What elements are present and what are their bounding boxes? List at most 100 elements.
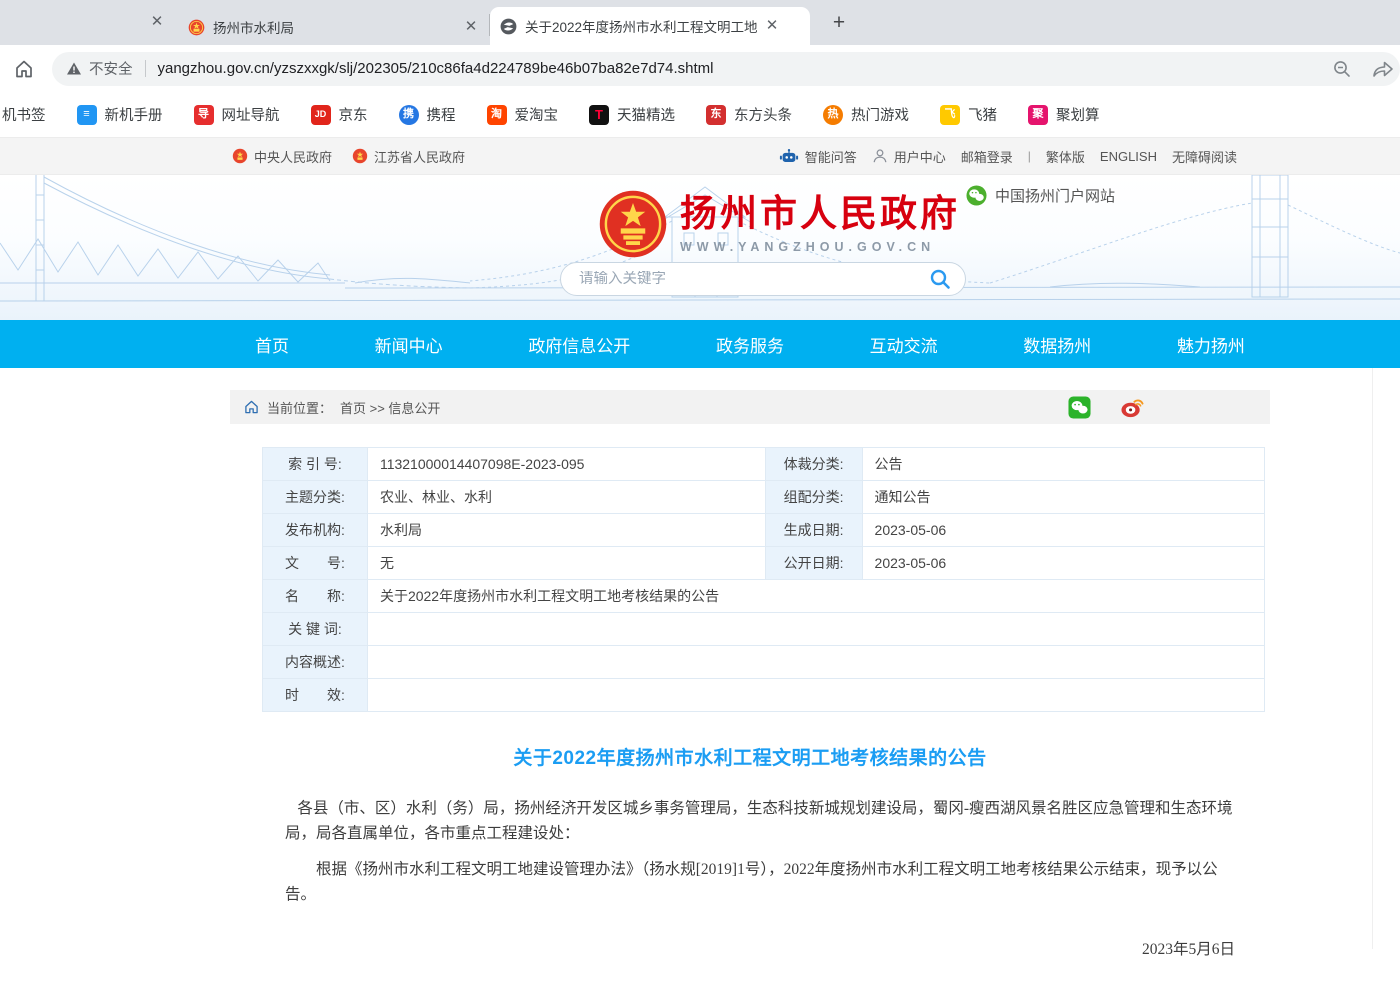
smart-qa-link[interactable]: 智能问答 — [779, 147, 857, 166]
table-row: 文 号: 无 公开日期: 2023-05-06 — [263, 547, 1265, 580]
zoom-out-icon[interactable] — [1332, 59, 1352, 79]
security-chip[interactable]: 不安全 — [66, 58, 133, 79]
share-icon[interactable] — [1372, 59, 1394, 79]
search-input[interactable] — [579, 271, 928, 287]
tab-close-icon[interactable]: ✕ — [462, 18, 480, 36]
meta-label: 发布机构: — [263, 514, 368, 547]
breadcrumb-path[interactable]: 首页 >> 信息公开 — [340, 398, 440, 417]
meta-value — [367, 679, 1264, 712]
weibo-share-icon[interactable] — [1120, 396, 1144, 419]
meta-value: 公告 — [862, 448, 1264, 481]
meta-value: 无 — [367, 547, 765, 580]
url-text[interactable]: yangzhou.gov.cn/yzszxxgk/slj/202305/210c… — [158, 60, 1323, 77]
bookmark-item[interactable]: 机书签 — [2, 104, 46, 125]
nav-item-home[interactable]: 首页 — [255, 332, 289, 357]
nav-item-interaction[interactable]: 互动交流 — [870, 332, 938, 357]
page-content: 当前位置： 首页 >> 信息公开 索 引 号: 1132100001440709… — [0, 368, 1400, 949]
meta-label: 文 号: — [263, 547, 368, 580]
bookmark-item[interactable]: 淘爱淘宝 — [487, 104, 559, 125]
divider: | — [1028, 149, 1031, 163]
bookmark-label: 爱淘宝 — [515, 104, 559, 125]
article-body: 各县（市、区）水利（务）局，扬州经济开发区城乡事务管理局，生态科技新城规划建设局… — [285, 796, 1235, 997]
wechat-share-icon[interactable] — [1068, 396, 1091, 419]
ctrip-icon: 携 — [399, 105, 419, 125]
home-icon[interactable] — [12, 57, 36, 81]
nav-item-data[interactable]: 数据扬州 — [1023, 332, 1091, 357]
nav-item-info-disclosure[interactable]: 政府信息公开 — [528, 332, 630, 357]
bookmark-label: 网址导航 — [222, 104, 280, 125]
bookmark-item[interactable]: 热热门游戏 — [823, 104, 909, 125]
bookmark-item[interactable]: 飞飞猪 — [940, 104, 997, 125]
traditional-chinese-link[interactable]: 繁体版 — [1046, 147, 1085, 166]
jiangsu-gov-link[interactable]: 江苏省人民政府 — [352, 147, 465, 166]
bookmark-label: 新机手册 — [105, 104, 163, 125]
document-meta-table: 索 引 号: 11321000014407098E-2023-095 体裁分类:… — [262, 447, 1265, 712]
bookmark-label: 天猫精选 — [617, 104, 675, 125]
bookmark-item[interactable]: T天猫精选 — [589, 104, 675, 125]
tab-title: 扬州市水利局 — [213, 17, 294, 37]
meta-label: 主题分类: — [263, 481, 368, 514]
meta-label: 体裁分类: — [765, 448, 862, 481]
table-row: 索 引 号: 11321000014407098E-2023-095 体裁分类:… — [263, 448, 1265, 481]
tab-close-icon[interactable]: ✕ — [148, 13, 166, 31]
nav-item-charm[interactable]: 魅力扬州 — [1177, 332, 1245, 357]
meta-value: 2023-05-06 — [862, 514, 1264, 547]
juhuasuan-icon: 聚 — [1028, 105, 1048, 125]
gov-link-label: 邮箱登录 — [961, 147, 1013, 166]
tab-active-announcement[interactable]: 关于2022年度扬州市水利工程文明工地考核结果的公告 ✕ — [490, 7, 810, 45]
robot-icon — [779, 148, 799, 165]
english-link[interactable]: ENGLISH — [1100, 149, 1157, 164]
central-gov-link[interactable]: 中央人民政府 — [232, 147, 332, 166]
tab-close-icon[interactable]: ✕ — [763, 17, 781, 35]
meta-value: 2023-05-06 — [862, 547, 1264, 580]
bookmark-item[interactable]: JD京东 — [311, 104, 368, 125]
portal-tag[interactable]: 中国扬州门户网站 — [966, 185, 1115, 206]
bookmark-item[interactable]: 导网址导航 — [194, 104, 280, 125]
meta-label: 公开日期: — [765, 547, 862, 580]
address-bar[interactable]: 不安全 yangzhou.gov.cn/yzszxxgk/slj/202305/… — [52, 52, 1400, 86]
bookmark-label: 东方头条 — [734, 104, 792, 125]
gov-link-label: 繁体版 — [1046, 147, 1085, 166]
gov-top-bar: 中央人民政府 江苏省人民政府 智能问答 — [0, 137, 1400, 175]
table-row: 名 称: 关于2022年度扬州市水利工程文明工地考核结果的公告 — [263, 580, 1265, 613]
breadcrumb-home-icon[interactable] — [244, 400, 259, 414]
omnibox-divider — [145, 60, 146, 77]
bookmarks-bar: 机书签 ≡新机手册 导网址导航 JD京东 携携程 淘爱淘宝 T天猫精选 东东方头… — [0, 92, 1400, 137]
gov-link-label: 无障碍阅读 — [1172, 147, 1237, 166]
games-icon: 热 — [823, 105, 843, 125]
meta-label: 时 效: — [263, 679, 368, 712]
user-center-link[interactable]: 用户中心 — [872, 147, 946, 166]
bookmark-item[interactable]: 携携程 — [399, 104, 456, 125]
accessibility-link[interactable]: 无障碍阅读 — [1172, 147, 1237, 166]
meta-value: 11321000014407098E-2023-095 — [367, 448, 765, 481]
article-paragraph: 根据《扬州市水利工程文明工地建设管理办法》（扬水规[2019]1号），2022年… — [285, 857, 1235, 907]
wechat-icon — [966, 185, 987, 206]
meta-value: 水利局 — [367, 514, 765, 547]
site-search — [560, 262, 966, 296]
bookmark-item[interactable]: ≡新机手册 — [77, 104, 163, 125]
breadcrumb-prefix: 当前位置： — [267, 398, 332, 417]
mail-login-link[interactable]: 邮箱登录 — [961, 147, 1013, 166]
site-logo[interactable]: 扬州市人民政府 WWW.YANGZHOU.GOV.CN — [598, 189, 960, 259]
portal-label: 中国扬州门户网站 — [995, 185, 1115, 206]
security-label: 不安全 — [89, 58, 133, 79]
tab-yangzhou-water-bureau[interactable]: 扬州市水利局 ✕ — [178, 9, 490, 45]
meta-label: 生成日期: — [765, 514, 862, 547]
gov-link-label: 中央人民政府 — [254, 147, 332, 166]
meta-label: 组配分类: — [765, 481, 862, 514]
bookmark-item[interactable]: 东东方头条 — [706, 104, 792, 125]
breadcrumb: 当前位置： 首页 >> 信息公开 — [230, 390, 1270, 424]
meta-label: 关 键 词: — [263, 613, 368, 646]
tab-title: 关于2022年度扬州市水利工程文明工地考核结果的公告 — [525, 16, 757, 36]
national-emblem-logo — [598, 189, 668, 259]
nav-item-news[interactable]: 新闻中心 — [375, 332, 443, 357]
search-icon[interactable] — [928, 267, 952, 291]
table-row: 关 键 词: — [263, 613, 1265, 646]
article-paragraph: 各县（市、区）水利（务）局，扬州经济开发区城乡事务管理局，生态科技新城规划建设局… — [285, 796, 1235, 846]
new-tab-button[interactable]: + — [826, 10, 852, 36]
nav-item-services[interactable]: 政务服务 — [716, 332, 784, 357]
fliggy-icon: 飞 — [940, 105, 960, 125]
site-url: WWW.YANGZHOU.GOV.CN — [680, 240, 960, 254]
national-emblem-icon — [232, 148, 248, 164]
bookmark-item[interactable]: 聚聚划算 — [1028, 104, 1100, 125]
